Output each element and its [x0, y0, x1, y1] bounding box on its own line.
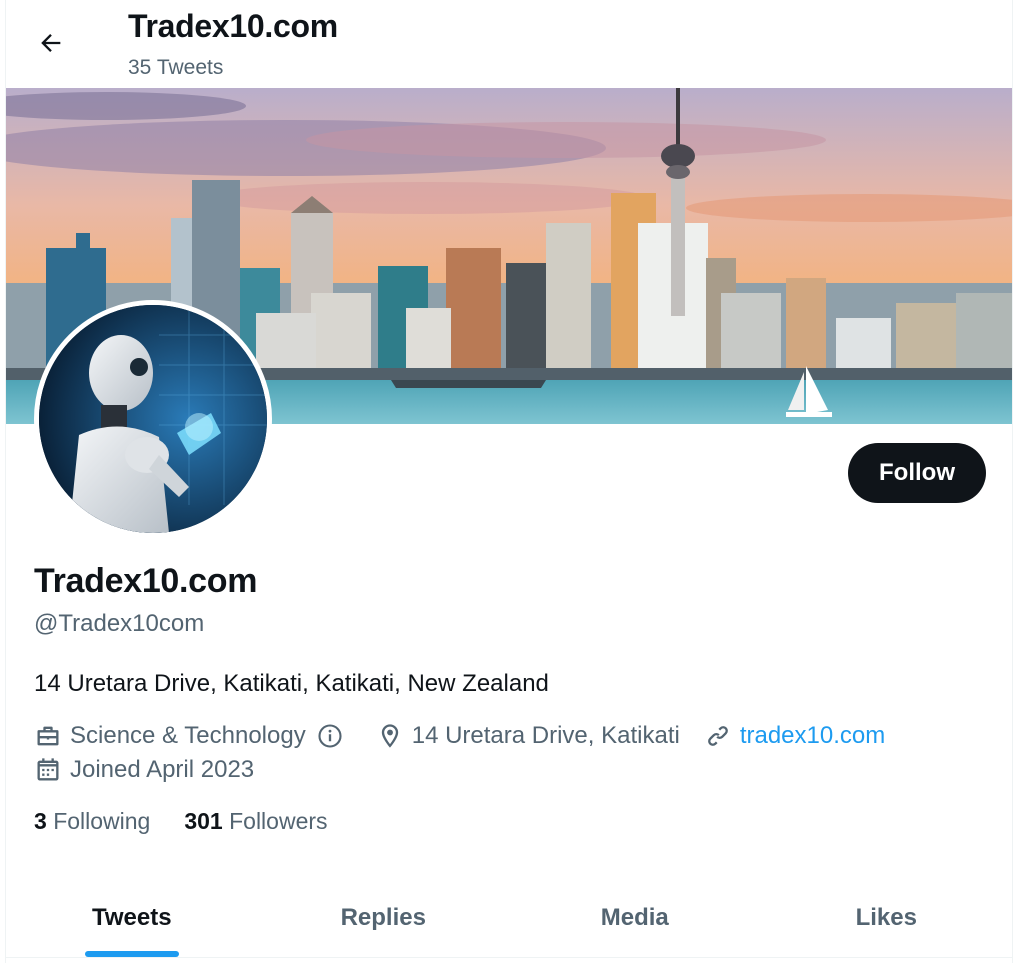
follow-button[interactable]: Follow: [848, 443, 986, 503]
info-icon[interactable]: [316, 722, 352, 750]
following-count: 3: [34, 808, 54, 834]
tweet-count: 35 Tweets: [128, 56, 224, 79]
tab-tweets[interactable]: Tweets: [6, 878, 258, 957]
joined-item: Joined April 2023: [34, 756, 254, 784]
profile-meta: Science & Technology 14 Uretara Drive, K…: [34, 722, 909, 750]
link-icon: [707, 726, 728, 746]
arrow-left-icon: [41, 34, 61, 52]
category-label: Science & Technology: [70, 722, 306, 749]
following-stat[interactable]: 3 Following: [34, 808, 150, 835]
tab-media[interactable]: Media: [509, 878, 761, 957]
profile-joined: Joined April 2023: [34, 756, 278, 784]
profile-header: Tradex10.com 35 Tweets: [6, 0, 1012, 88]
profile-display-name: Tradex10.com: [34, 562, 258, 600]
profile-handle: @Tradex10com: [34, 610, 205, 637]
category-item: Science & Technology: [34, 722, 352, 750]
briefcase-icon: [37, 726, 59, 746]
map-pin-icon: [381, 724, 398, 748]
avatar[interactable]: [34, 300, 272, 538]
followers-label: Followers: [229, 808, 328, 834]
following-label: Following: [53, 808, 151, 834]
website-link[interactable]: tradex10.com: [740, 722, 885, 750]
profile-tabs: Tweets Replies Media Likes: [6, 878, 1012, 958]
location-item: 14 Uretara Drive, Katikati: [376, 722, 680, 750]
website-item: tradex10.com: [704, 722, 885, 750]
calendar-icon: [37, 758, 59, 781]
follow-stats: 3 Following 301 Followers: [34, 808, 362, 835]
location-label: 14 Uretara Drive, Katikati: [411, 722, 680, 749]
back-button[interactable]: [32, 24, 70, 62]
followers-count: 301: [184, 808, 230, 834]
followers-stat[interactable]: 301 Followers: [184, 808, 327, 835]
header-title: Tradex10.com: [128, 8, 338, 44]
tab-likes[interactable]: Likes: [761, 878, 1013, 957]
profile-bio: 14 Uretara Drive, Katikati, Katikati, Ne…: [34, 670, 549, 697]
joined-label: Joined April 2023: [70, 756, 255, 783]
tab-replies[interactable]: Replies: [258, 878, 510, 957]
profile-column: Tradex10.com 35 Tweets Follow Tradex10.c…: [5, 0, 1013, 963]
